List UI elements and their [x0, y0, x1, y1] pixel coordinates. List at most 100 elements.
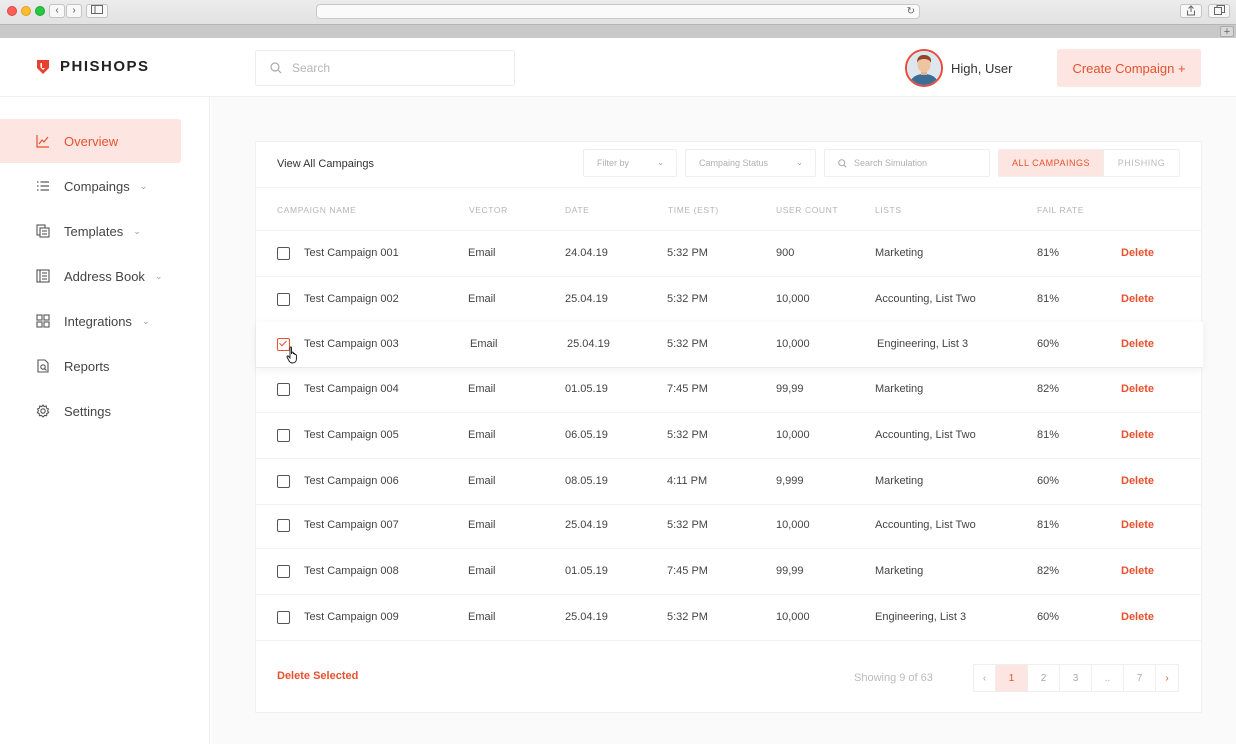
sidebar-item-reports[interactable]: Reports: [0, 344, 181, 388]
vector-cell: Email: [468, 519, 496, 531]
tab-phishing[interactable]: PHISHING: [1104, 150, 1179, 176]
table-row[interactable]: Test Campaign 004 Email 01.05.19 7:45 PM 99,…: [256, 367, 1201, 413]
minimize-window-button[interactable]: [21, 6, 31, 16]
campaign-type-tabs: ALL CAMPAINGS PHISHING: [998, 149, 1180, 177]
column-time[interactable]: TIME (EST): [668, 205, 719, 215]
filter-by-dropdown[interactable]: Filter by ⌄: [583, 149, 677, 177]
page-button[interactable]: 7: [1124, 665, 1156, 691]
campaign-status-dropdown[interactable]: Campaing Status ⌄: [685, 149, 816, 177]
table-row[interactable]: Test Campaign 009 Email 25.04.19 5:32 PM 10,…: [256, 595, 1201, 641]
page-button[interactable]: 3: [1060, 665, 1092, 691]
delete-row-button[interactable]: Delete: [1121, 429, 1154, 441]
card-title[interactable]: View All Campaings: [277, 158, 374, 170]
date-cell: 25.04.19: [565, 611, 608, 623]
delete-row-button[interactable]: Delete: [1121, 519, 1154, 531]
campaign-status-label: Campaing Status: [699, 158, 769, 168]
vector-cell: Email: [468, 429, 496, 441]
chart-line-icon: [36, 134, 50, 148]
lists-cell: Engineering, List 3: [875, 611, 967, 623]
date-cell: 01.05.19: [565, 565, 608, 577]
new-tab-button[interactable]: +: [1220, 26, 1234, 38]
address-bar[interactable]: ↻: [316, 4, 920, 19]
share-icon: [1187, 5, 1195, 16]
avatar[interactable]: [905, 49, 943, 87]
table-row[interactable]: Test Campaign 001 Email 24.04.19 5:32 PM 900…: [256, 231, 1201, 277]
date-cell: 24.04.19: [565, 247, 608, 259]
sidebar-item-label: Settings: [64, 403, 111, 419]
table-row[interactable]: Test Campaign 003 Email 25.04.19 5:32 PM 10,…: [256, 322, 1203, 368]
delete-row-button[interactable]: Delete: [1121, 565, 1154, 577]
row-checkbox[interactable]: [277, 247, 290, 260]
delete-row-button[interactable]: Delete: [1121, 611, 1154, 623]
create-campaign-button[interactable]: Create Compaign +: [1057, 49, 1201, 87]
global-search[interactable]: [255, 50, 515, 86]
reload-icon[interactable]: ↻: [907, 5, 915, 18]
sidebar-item-overview[interactable]: Overview: [0, 119, 181, 163]
filter-by-label: Filter by: [597, 158, 630, 168]
column-date[interactable]: DATE: [565, 205, 589, 215]
table-row[interactable]: Test Campaign 002 Email 25.04.19 5:32 PM 10,…: [256, 277, 1201, 323]
tabs-button[interactable]: [1208, 4, 1230, 18]
user-menu[interactable]: High, User: [905, 49, 1012, 87]
delete-row-button[interactable]: Delete: [1121, 338, 1154, 350]
campaign-name-cell: Test Campaign 001: [304, 247, 399, 259]
row-checkbox[interactable]: [277, 429, 290, 442]
page-ellipsis: ..: [1092, 665, 1124, 691]
sidebar-item-integrations[interactable]: Integrations ⌄: [0, 299, 181, 343]
row-checkbox[interactable]: [277, 475, 290, 488]
time-cell: 5:32 PM: [667, 338, 708, 350]
time-cell: 5:32 PM: [667, 247, 708, 259]
delete-row-button[interactable]: Delete: [1121, 475, 1154, 487]
row-checkbox[interactable]: [277, 293, 290, 306]
search-input[interactable]: [292, 61, 492, 75]
delete-row-button[interactable]: Delete: [1121, 383, 1154, 395]
fail-rate-cell: 81%: [1037, 247, 1060, 259]
lists-cell: Accounting, List Two: [875, 519, 976, 531]
brand-logo[interactable]: PHISHOPS: [36, 58, 150, 75]
search-icon: [838, 158, 847, 168]
campaign-name-cell: Test Campaign 004: [304, 383, 399, 395]
column-fail-rate[interactable]: FAIL RATE: [1037, 205, 1084, 215]
user-count-cell: 900: [776, 247, 795, 259]
column-vector[interactable]: VECTOR: [469, 205, 508, 215]
row-checkbox[interactable]: [277, 383, 290, 396]
maximize-window-button[interactable]: [35, 6, 45, 16]
time-cell: 5:32 PM: [667, 611, 708, 623]
row-checkbox[interactable]: [277, 611, 290, 624]
delete-row-button[interactable]: Delete: [1121, 247, 1154, 259]
vector-cell: Email: [468, 383, 496, 395]
browser-forward-button[interactable]: ›: [66, 4, 82, 18]
tabs-icon: [1213, 5, 1225, 15]
sidebar-toggle-button[interactable]: [86, 4, 108, 18]
row-checkbox[interactable]: [277, 519, 290, 532]
delete-row-button[interactable]: Delete: [1121, 293, 1154, 305]
sidebar-item-settings[interactable]: Settings: [0, 389, 181, 433]
table-row[interactable]: Test Campaign 005 Email 06.05.19 5:32 PM 10,…: [256, 413, 1201, 459]
prev-page-button[interactable]: ‹: [974, 665, 996, 691]
sidebar-item-address-book[interactable]: Address Book ⌄: [0, 254, 181, 298]
browser-back-button[interactable]: ‹: [49, 4, 65, 18]
next-page-button[interactable]: ›: [1156, 665, 1178, 691]
column-user-count[interactable]: USER COUNT: [776, 205, 838, 215]
simulation-search[interactable]: Search Simulation: [824, 149, 990, 177]
sidebar-item-templates[interactable]: Templates ⌄: [0, 209, 181, 253]
row-checkbox[interactable]: [277, 565, 290, 578]
column-lists[interactable]: LISTS: [875, 205, 902, 215]
tab-all-campaings[interactable]: ALL CAMPAINGS: [999, 150, 1104, 176]
user-count-cell: 10,000: [776, 338, 810, 350]
table-row[interactable]: Test Campaign 006 Email 08.05.19 4:11 PM 9,9…: [256, 459, 1201, 505]
table-row[interactable]: Test Campaign 008 Email 01.05.19 7:45 PM 99,…: [256, 549, 1201, 595]
column-campaign-name[interactable]: CAMPAIGN NAME: [277, 205, 356, 215]
sidebar-item-compaings[interactable]: Compaings ⌄: [0, 164, 181, 208]
sidebar-icon: [91, 5, 103, 14]
lists-cell: Marketing: [875, 565, 924, 577]
table-row[interactable]: Test Campaign 007 Email 25.04.19 5:32 PM 10,…: [256, 503, 1201, 549]
page-button[interactable]: 2: [1028, 665, 1060, 691]
close-window-button[interactable]: [7, 6, 17, 16]
delete-selected-button[interactable]: Delete Selected: [277, 670, 358, 682]
user-avatar-image: [907, 51, 941, 85]
share-button[interactable]: [1180, 4, 1202, 18]
user-count-cell: 10,000: [776, 519, 810, 531]
page-button[interactable]: 1: [996, 665, 1028, 691]
vector-cell: Email: [468, 611, 496, 623]
